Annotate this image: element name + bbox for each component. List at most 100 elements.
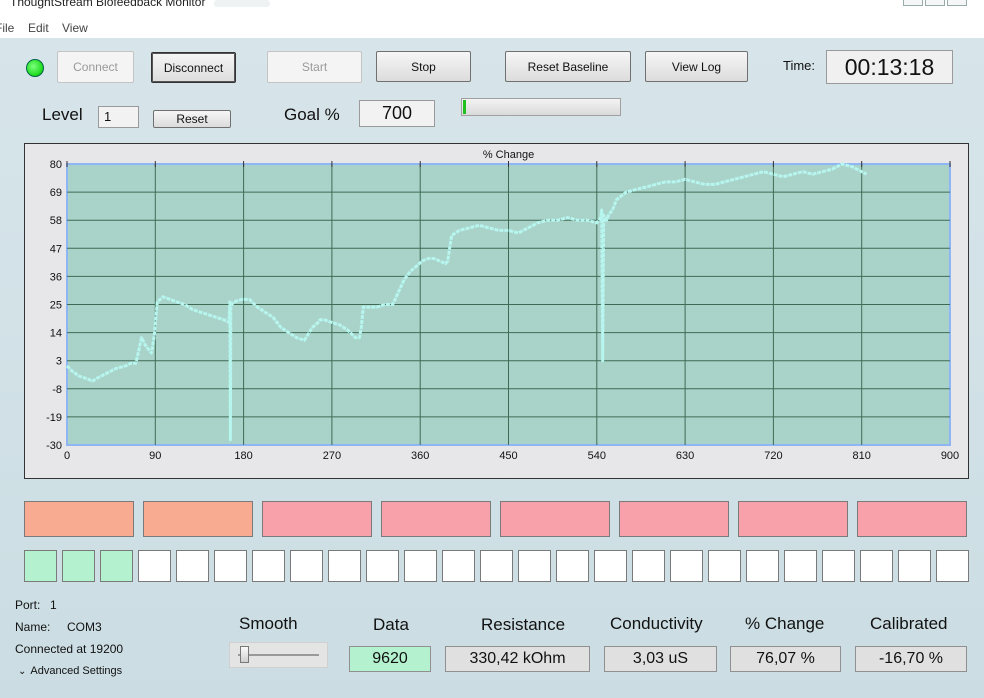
indicator-cell <box>746 550 779 582</box>
window-controls <box>903 0 967 6</box>
conductivity-label: Conductivity <box>610 614 703 633</box>
indicator-cell <box>822 550 855 582</box>
indicator-cell <box>404 550 437 582</box>
smooth-label: Smooth <box>239 614 298 633</box>
percent-change-chart: 0 90 180 270 360 450 540 630 720 810 900 80 69 58 47 36… <box>24 143 969 479</box>
indicator-cell <box>936 550 969 582</box>
calibrated-value: -16,70 % <box>855 646 967 672</box>
x-tick-label: 630 <box>676 450 694 462</box>
smooth-slider-thumb[interactable] <box>239 646 249 663</box>
y-tick-label: 69 <box>50 187 62 199</box>
level-reset-button[interactable]: Reset <box>153 110 231 128</box>
chart-svg: 0 90 180 270 360 450 540 630 720 810 900 80 69 58 47 36… <box>46 149 959 462</box>
start-button[interactable]: Start <box>267 51 362 83</box>
x-tick-label: 720 <box>764 450 782 462</box>
smooth-slider-track <box>238 654 319 656</box>
y-tick-label: 47 <box>50 243 62 255</box>
indicator-cell <box>366 550 399 582</box>
indicator-cell <box>24 501 134 537</box>
calibrated-label: Calibrated <box>870 614 948 633</box>
data-label: Data <box>373 615 409 634</box>
indicator-cell <box>738 501 848 537</box>
x-tick-label: 900 <box>941 450 959 462</box>
window-title: ThoughtStream Biofeedback Monitor <box>10 0 206 9</box>
indicator-cell <box>252 550 285 582</box>
percent-change-label: % Change <box>745 614 825 633</box>
y-tick-label: -8 <box>52 384 62 396</box>
name-label: Name: <box>15 620 51 634</box>
indicator-cell <box>898 550 931 582</box>
y-tick-label: 3 <box>56 356 62 368</box>
y-tick-label: -30 <box>46 440 62 452</box>
indicator-cell <box>480 550 513 582</box>
indicator-cell <box>619 501 729 537</box>
goal-label: Goal % <box>284 105 340 124</box>
y-tick-label: 36 <box>50 271 62 283</box>
x-tick-label: 180 <box>234 450 252 462</box>
time-label: Time: <box>783 58 816 73</box>
stop-button[interactable]: Stop <box>376 51 471 82</box>
indicator-cell <box>262 501 372 537</box>
x-tick-label: 0 <box>64 450 70 462</box>
x-tick-label: 270 <box>323 450 341 462</box>
data-value: 9620 <box>349 646 431 672</box>
advanced-settings-label: Advanced Settings <box>30 665 123 677</box>
reset-baseline-button[interactable]: Reset Baseline <box>505 51 631 82</box>
menu-file[interactable]: File <box>0 21 14 35</box>
x-tick-label: 360 <box>411 450 429 462</box>
port-value: 1 <box>50 598 57 612</box>
y-tick-label: -19 <box>46 412 62 424</box>
name-value: COM3 <box>67 620 102 634</box>
y-tick-label: 58 <box>50 215 62 227</box>
indicator-cell <box>62 550 95 582</box>
indicator-cell <box>100 550 133 582</box>
indicator-cell <box>381 501 491 537</box>
indicator-cell <box>214 550 247 582</box>
disconnect-button[interactable]: Disconnect <box>151 52 236 83</box>
indicator-cell <box>860 550 893 582</box>
indicator-cell <box>290 550 323 582</box>
menu-view[interactable]: View <box>62 21 88 35</box>
maximize-icon[interactable] <box>925 0 945 6</box>
indicator-cell <box>594 550 627 582</box>
y-tick-label: 14 <box>50 328 62 340</box>
title-bar: ThoughtStream Biofeedback Monitor <box>0 0 984 18</box>
x-tick-label: 540 <box>588 450 606 462</box>
level-input[interactable]: 1 <box>98 106 139 128</box>
menu-edit[interactable]: Edit <box>28 21 49 35</box>
indicator-cell <box>143 501 253 537</box>
indicator-cell <box>138 550 171 582</box>
smooth-slider[interactable] <box>229 642 328 668</box>
close-icon[interactable] <box>947 0 967 6</box>
indicator-cell <box>670 550 703 582</box>
conductivity-value: 3,03 uS <box>604 646 717 672</box>
menu-bar: File Edit View <box>0 18 984 38</box>
port-label: Port: <box>15 598 41 612</box>
indicator-cell <box>328 550 361 582</box>
connect-button[interactable]: Connect <box>57 51 134 83</box>
indicator-cell <box>632 550 665 582</box>
level-label: Level <box>42 105 83 124</box>
indicator-cell <box>857 501 967 537</box>
goal-progress-bar <box>461 98 621 116</box>
title-extra <box>214 0 270 7</box>
indicator-cell <box>556 550 589 582</box>
advanced-settings-toggle[interactable]: ⌄ Advanced Settings <box>18 665 122 677</box>
indicator-cell <box>784 550 817 582</box>
y-tick-label: 25 <box>50 300 62 312</box>
view-log-button[interactable]: View Log <box>645 51 748 82</box>
percent-change-value: 76,07 % <box>730 646 841 672</box>
chart-title: % Change <box>483 149 534 161</box>
indicator-cell <box>500 501 610 537</box>
resistance-value: 330,42 kOhm <box>445 646 590 672</box>
connection-status-led <box>26 59 44 77</box>
x-tick-label: 90 <box>149 450 161 462</box>
connection-info: Connected at 19200 <box>15 642 124 656</box>
goal-input[interactable]: 700 <box>359 100 435 127</box>
minimize-icon[interactable] <box>903 0 923 6</box>
goal-progress-fill <box>463 100 467 114</box>
resistance-label: Resistance <box>481 615 566 634</box>
double-chevron-down-icon: ⌄ <box>18 666 27 677</box>
y-tick-label: 80 <box>50 159 62 171</box>
indicator-cell <box>708 550 741 582</box>
